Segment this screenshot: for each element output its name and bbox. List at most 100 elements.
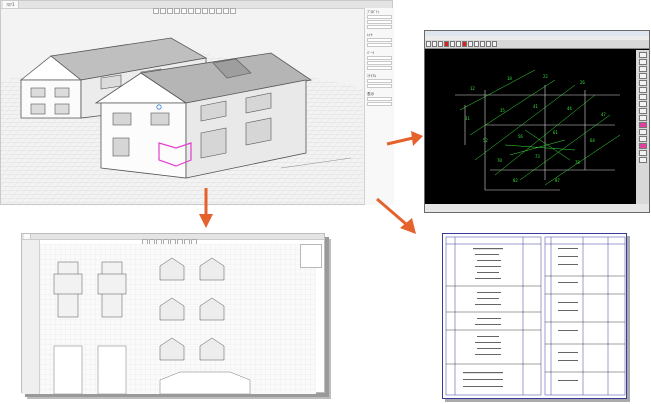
panel-section-label: ﾌﾟﾛﾊﾟﾃｨ xyxy=(367,10,380,14)
arrow-to-schedule xyxy=(376,197,416,234)
measure-tool-button[interactable] xyxy=(223,8,229,14)
cad-structural-lines xyxy=(455,85,620,191)
view-tool-button[interactable] xyxy=(230,8,236,14)
svg-text:70: 70 xyxy=(497,158,502,163)
modeler-toolbar xyxy=(153,8,236,14)
cad-drawing-canvas[interactable]: 12 18 22 26 31 35 41 44 47 52 56 61 64 70 73 78 82 8… xyxy=(425,50,637,205)
orbit-tool-button[interactable] xyxy=(188,8,194,14)
cad-side-tool[interactable] xyxy=(638,59,647,65)
cad-side-tool[interactable] xyxy=(638,115,647,121)
panel-field[interactable] xyxy=(367,79,392,83)
cad-tool-button[interactable] xyxy=(486,41,491,47)
panel-field[interactable] xyxy=(367,15,392,19)
modeler-window: ﾌﾛｱ1 ﾌﾟﾛﾊﾟﾃｨ ﾚｲﾔ ﾊﾟｰﾂ ﾏﾃﾘｱﾙ 表示 xyxy=(0,0,394,206)
properties-panel: ﾌﾟﾛﾊﾟﾃｨ ﾚｲﾔ ﾊﾟｰﾂ ﾏﾃﾘｱﾙ 表示 xyxy=(364,8,394,205)
panel-field[interactable] xyxy=(367,102,392,106)
svg-text:12: 12 xyxy=(470,86,475,91)
schedule-rows xyxy=(446,275,625,373)
panel-field[interactable] xyxy=(367,66,392,70)
plan-drawing-window xyxy=(21,233,325,394)
pan-tool-button[interactable] xyxy=(181,8,187,14)
cad-side-tool[interactable] xyxy=(638,66,647,72)
plan-left-sidebar xyxy=(22,240,40,394)
cad-side-tool[interactable] xyxy=(638,129,647,135)
panel-field[interactable] xyxy=(367,84,392,88)
svg-text:61: 61 xyxy=(553,130,558,135)
cad-tool-button[interactable] xyxy=(480,41,485,47)
svg-text:41: 41 xyxy=(533,104,538,109)
cad-green-members xyxy=(459,69,621,186)
move-tool-button[interactable] xyxy=(160,8,166,14)
cad-tool-button[interactable] xyxy=(474,41,479,47)
cad-side-tool[interactable] xyxy=(638,157,647,163)
arrow-to-cad xyxy=(386,131,423,146)
svg-text:78: 78 xyxy=(575,160,580,165)
cad-side-tool[interactable] xyxy=(638,73,647,79)
panel-section-label: ﾊﾟｰﾂ xyxy=(367,51,375,55)
cad-side-toolbar xyxy=(636,50,649,205)
panel-field[interactable] xyxy=(367,56,392,60)
svg-text:82: 82 xyxy=(513,178,518,183)
cad-tool-button[interactable] xyxy=(444,41,449,47)
arrow-to-plans xyxy=(199,188,213,228)
panel-section-label: ﾏﾃﾘｱﾙ xyxy=(367,74,376,78)
cad-side-tool[interactable] xyxy=(638,150,647,156)
cad-status-bar xyxy=(425,204,649,212)
cad-side-tool[interactable] xyxy=(638,122,647,128)
svg-text:35: 35 xyxy=(500,108,505,113)
cad-tool-button[interactable] xyxy=(432,41,437,47)
panel-section-label: ﾚｲﾔ xyxy=(367,33,373,37)
svg-text:73: 73 xyxy=(535,154,540,159)
cad-side-tool[interactable] xyxy=(638,108,647,114)
schedule-document xyxy=(442,233,627,399)
rotate-tool-button[interactable] xyxy=(167,8,173,14)
wall-tool-button[interactable] xyxy=(195,8,201,14)
panel-section-layers: ﾚｲﾔ xyxy=(367,33,392,47)
cad-tool-button[interactable] xyxy=(462,41,467,47)
panel-field[interactable] xyxy=(367,61,392,65)
panel-section-parts: ﾊﾟｰﾂ xyxy=(367,51,392,70)
plan-sheet-canvas[interactable] xyxy=(40,244,316,394)
zoom-tool-button[interactable] xyxy=(174,8,180,14)
svg-text:26: 26 xyxy=(580,80,585,85)
cad-window: 12 18 22 26 31 35 41 44 47 52 56 61 64 70 73 78 82 8… xyxy=(424,30,650,213)
cad-tool-button[interactable] xyxy=(438,41,443,47)
panel-section-view: 表示 xyxy=(367,92,392,106)
window-tool-button[interactable] xyxy=(202,8,208,14)
panel-field[interactable] xyxy=(367,25,392,29)
cad-side-tool[interactable] xyxy=(638,136,647,142)
panel-field[interactable] xyxy=(367,97,392,101)
plan-right-panel[interactable] xyxy=(300,244,322,268)
cad-tool-button[interactable] xyxy=(468,41,473,47)
panel-field[interactable] xyxy=(367,20,392,24)
cad-side-tool[interactable] xyxy=(638,52,647,58)
cad-side-tool[interactable] xyxy=(638,101,647,107)
cad-tool-button[interactable] xyxy=(456,41,461,47)
cad-side-tool[interactable] xyxy=(638,80,647,86)
svg-text:18: 18 xyxy=(507,76,512,81)
svg-text:31: 31 xyxy=(465,116,470,121)
cad-tool-button[interactable] xyxy=(426,41,431,47)
svg-text:47: 47 xyxy=(601,112,606,117)
3d-viewport[interactable] xyxy=(1,18,363,206)
schedule-cell-text xyxy=(463,248,578,387)
door-tool-button[interactable] xyxy=(209,8,215,14)
svg-text:64: 64 xyxy=(590,138,595,143)
cad-side-tool[interactable] xyxy=(638,87,647,93)
cad-side-tool[interactable] xyxy=(638,94,647,100)
svg-text:56: 56 xyxy=(518,134,523,139)
plan-tab[interactable] xyxy=(24,234,31,239)
panel-field[interactable] xyxy=(367,43,392,47)
panel-field[interactable] xyxy=(367,38,392,42)
panel-section-material: ﾏﾃﾘｱﾙ xyxy=(367,74,392,88)
panel-section-label: 表示 xyxy=(367,92,375,96)
cad-tool-button[interactable] xyxy=(492,41,497,47)
cad-side-tool[interactable] xyxy=(638,143,647,149)
select-tool-button[interactable] xyxy=(153,8,159,14)
roof-tool-button[interactable] xyxy=(216,8,222,14)
svg-text:22: 22 xyxy=(543,74,548,79)
schedule-table xyxy=(445,236,626,396)
svg-text:52: 52 xyxy=(483,138,488,143)
cad-tool-button[interactable] xyxy=(450,41,455,47)
modeler-tab[interactable]: ﾌﾛｱ1 xyxy=(3,1,19,8)
